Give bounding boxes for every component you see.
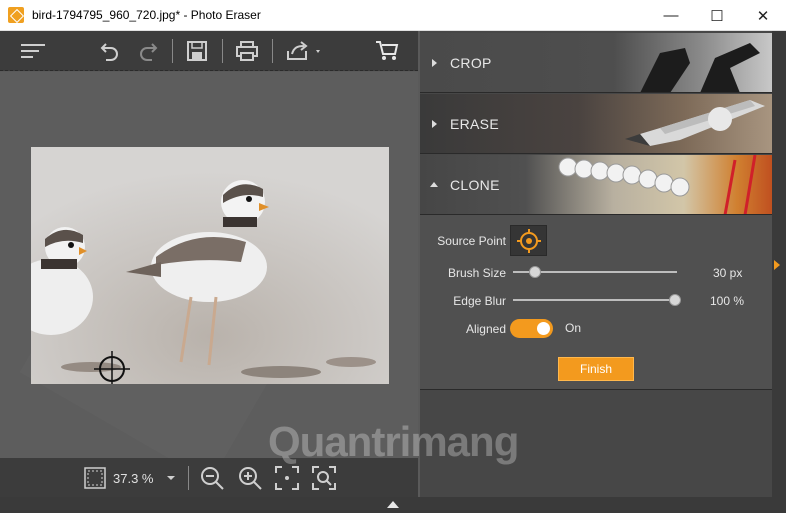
redo-icon[interactable] — [134, 31, 162, 71]
print-icon[interactable] — [233, 31, 261, 71]
share-icon[interactable] — [283, 31, 325, 71]
undo-icon[interactable] — [96, 31, 124, 71]
close-button[interactable]: ✕ — [740, 0, 786, 31]
zoom-in-icon[interactable] — [236, 458, 264, 498]
aligned-label: Aligned — [465, 322, 506, 336]
chevron-right-icon — [432, 120, 437, 128]
toolbar-divider — [188, 466, 189, 490]
expand-panel-icon[interactable] — [774, 260, 780, 270]
section-label: CLONE — [450, 177, 500, 193]
toggle-knob — [537, 322, 550, 335]
target-icon — [516, 228, 541, 253]
main-toolbar — [0, 31, 418, 71]
edge-blur-label: Edge Blur — [453, 294, 506, 308]
brush-size-value: 30 px — [713, 266, 743, 280]
zoom-level[interactable]: 37.3 % — [113, 471, 153, 486]
finish-button[interactable]: Finish — [558, 357, 634, 381]
image-canvas[interactable] — [0, 72, 418, 458]
brush-size-label: Brush Size — [447, 266, 506, 280]
edge-blur-value: 100 % — [710, 294, 745, 308]
aligned-state: On — [565, 321, 582, 335]
section-erase[interactable]: ERASE — [420, 94, 772, 154]
menu-icon[interactable] — [18, 31, 48, 71]
window-title: bird-1794795_960_720.jpg* - Photo Eraser — [32, 8, 261, 22]
aligned-toggle[interactable] — [510, 319, 553, 338]
cart-icon[interactable] — [372, 31, 402, 71]
edge-blur-slider[interactable] — [513, 299, 677, 301]
fit-icon[interactable] — [82, 458, 108, 498]
toolbar-divider — [222, 39, 223, 63]
zoom-out-icon[interactable] — [198, 458, 226, 498]
section-clone[interactable]: CLONE — [420, 155, 772, 215]
section-label: ERASE — [450, 116, 499, 132]
watermark-text: Quantrimang — [268, 418, 519, 465]
chevron-right-icon — [432, 59, 437, 67]
app-icon — [8, 7, 24, 23]
save-icon[interactable] — [183, 31, 211, 71]
expand-bottom-icon[interactable] — [387, 501, 399, 508]
source-point-button[interactable] — [510, 225, 547, 256]
maximize-button[interactable]: ☐ — [694, 0, 740, 31]
toolbar-divider — [272, 39, 273, 63]
clone-options: Source Point Brush Size 30 px Edge Blur … — [420, 215, 772, 390]
section-label: CROP — [450, 55, 492, 71]
source-point-label: Source Point — [437, 234, 506, 248]
toolbar-divider — [172, 39, 173, 63]
bird-photo[interactable] — [31, 147, 389, 384]
edge-blur-thumb[interactable] — [669, 294, 681, 306]
chevron-down-icon — [430, 182, 438, 187]
brush-size-thumb[interactable] — [529, 266, 541, 278]
zoom-dropdown-icon[interactable] — [164, 458, 178, 498]
app-window: bird-1794795_960_720.jpg* - Photo Eraser… — [0, 0, 786, 513]
title-bar: bird-1794795_960_720.jpg* - Photo Eraser… — [0, 0, 786, 31]
minimize-button[interactable]: — — [648, 0, 694, 31]
section-crop[interactable]: CROP — [420, 33, 772, 93]
